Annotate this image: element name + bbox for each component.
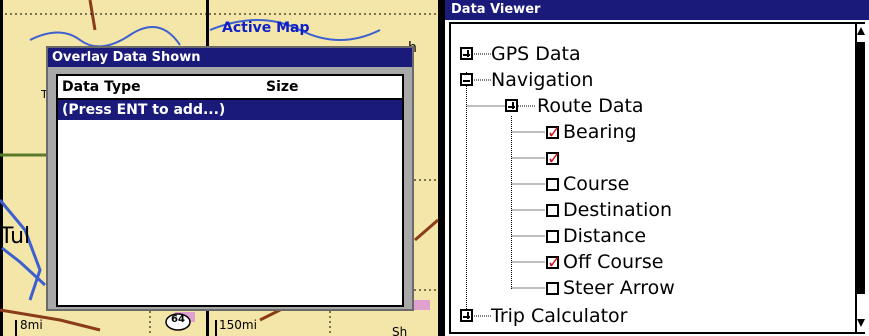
expand-plus-icon[interactable] <box>460 47 473 60</box>
active-map-label: Active Map <box>222 20 310 36</box>
data-viewer-panel: Data Viewer GPS Data Navigation Route Da… <box>445 0 869 336</box>
tree-item-off-course[interactable]: Off Course <box>451 249 851 276</box>
map-place-label: Sh <box>392 325 408 336</box>
tree-item-label: Steer Arrow <box>563 277 675 299</box>
tree-item-navigation[interactable]: Navigation <box>451 67 851 93</box>
checkbox-checked-icon[interactable] <box>546 120 561 146</box>
tree-item-label: Closing Spd <box>563 147 675 169</box>
tree-item-label: Distance <box>563 225 647 247</box>
tree-item-label: GPS Data <box>491 43 581 65</box>
tree-item-label: Trip Calculator <box>491 305 628 327</box>
map-scale-right: 150mi <box>219 318 257 332</box>
checkbox-checked-icon[interactable] <box>546 146 561 172</box>
expand-plus-icon[interactable] <box>505 99 518 112</box>
list-header: Data Type Size <box>58 76 402 100</box>
tree-item-closing-spd[interactable]: Closing Spd <box>451 145 851 172</box>
tree-item-label: Route Data <box>537 95 644 117</box>
overlay-data-list[interactable]: Data Type Size (Press ENT to add...) <box>56 74 404 307</box>
tree-item-label: Off Course <box>563 251 664 273</box>
tree-item-trip-calculator[interactable]: Trip Calculator <box>451 303 851 329</box>
tree-item-route-data[interactable]: Route Data <box>451 93 851 119</box>
checkbox-unchecked-icon[interactable] <box>546 178 559 191</box>
overlay-data-dialog: Overlay Data Shown Data Type Size (Press… <box>46 46 414 311</box>
tree-item-label: Destination <box>563 199 673 221</box>
scroll-thumb[interactable] <box>857 42 865 294</box>
checkbox-unchecked-icon[interactable] <box>546 204 559 217</box>
tree-item-label: Navigation <box>491 69 594 91</box>
tree-item-distance[interactable]: Distance <box>451 223 851 249</box>
scroll-down-arrow-icon[interactable] <box>857 318 865 328</box>
map-view[interactable]: Active Map h T Tul 8mi 150mi Sh 64 Overl… <box>0 0 442 336</box>
tree-item-destination[interactable]: Destination <box>451 197 851 223</box>
expand-plus-icon[interactable] <box>460 309 473 322</box>
tree-item-bearing[interactable]: Bearing <box>451 119 851 146</box>
column-header-data-type: Data Type <box>62 79 141 95</box>
panel-title: Data Viewer <box>445 0 869 20</box>
map-scale-left: 8mi <box>20 318 43 332</box>
vertical-scrollbar[interactable] <box>855 24 865 332</box>
dialog-title: Overlay Data Shown <box>48 48 412 67</box>
tree-item-course[interactable]: Course <box>451 171 851 197</box>
tree-item-label: Bearing <box>563 121 637 143</box>
checkbox-unchecked-icon[interactable] <box>546 282 559 295</box>
tree-item-label: Course <box>563 173 630 195</box>
data-tree[interactable]: GPS Data Navigation Route Data Bearing <box>451 24 855 332</box>
list-item-add-prompt[interactable]: (Press ENT to add...) <box>58 100 402 120</box>
checkbox-checked-icon[interactable] <box>546 250 561 276</box>
map-city-label: Tul <box>0 224 31 249</box>
tree-item-gps-data[interactable]: GPS Data <box>451 41 851 67</box>
checkbox-unchecked-icon[interactable] <box>546 230 559 243</box>
tree-frame: GPS Data Navigation Route Data Bearing <box>449 22 865 334</box>
column-header-size: Size <box>266 79 299 95</box>
scroll-up-arrow-icon[interactable] <box>857 26 865 36</box>
collapse-minus-icon[interactable] <box>460 73 473 86</box>
highway-shield-icon: 64 <box>171 314 185 325</box>
tree-item-steer-arrow[interactable]: Steer Arrow <box>451 275 851 301</box>
